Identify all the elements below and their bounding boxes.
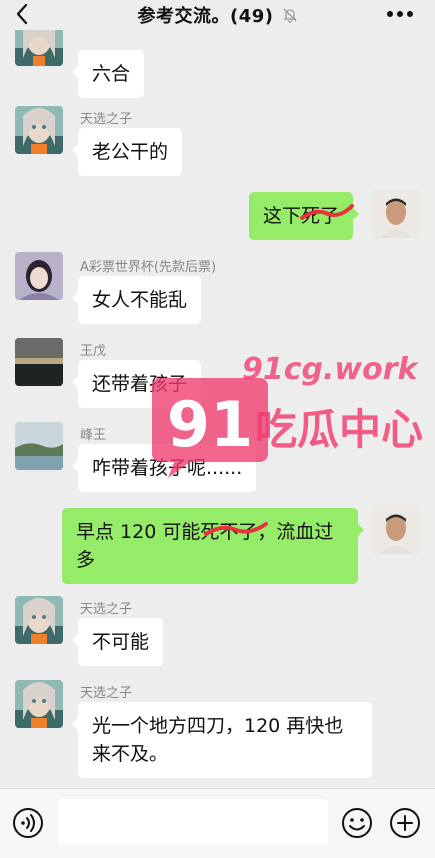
message-line: 多: [76, 549, 96, 571]
more-dots-icon: [387, 11, 413, 17]
chat-title: 参考交流。(49): [137, 6, 274, 27]
voice-icon: [13, 808, 43, 838]
back-chevron-icon: [16, 3, 28, 25]
message-line: 早点 120 可能死不了，流血过: [76, 521, 334, 543]
message-bubble[interactable]: 早点 120 可能死不了，流血过 多: [62, 508, 364, 584]
message-bubble[interactable]: 女人不能乱: [71, 276, 202, 324]
sender-name: A彩票世界杯(先款后票): [80, 260, 217, 275]
plus-icon: [390, 808, 420, 838]
sender-name: 峰王: [80, 428, 107, 443]
emoji-button[interactable]: [341, 807, 373, 839]
sender-name: 王戊: [80, 344, 107, 359]
more-button[interactable]: [383, 2, 417, 26]
back-button[interactable]: [14, 0, 44, 28]
sender-name: 天选之子: [80, 602, 133, 617]
emoji-icon: [342, 808, 372, 838]
message-bubble[interactable]: 这下死了: [249, 192, 360, 240]
sender-name: 天选之子: [80, 112, 133, 127]
message-bubble[interactable]: 老公干的: [71, 128, 183, 176]
plus-button[interactable]: [389, 807, 421, 839]
message-bubble[interactable]: 还带着孩子: [71, 360, 202, 408]
avatar[interactable]: [15, 338, 63, 386]
chat-area[interactable]: 六合 天选之子 老公干的 这下死了 A彩票世界杯(先款后票) 女人不能乱 王戊 …: [0, 30, 435, 788]
message-bubble[interactable]: 不可能: [71, 618, 164, 666]
chat-header: 参考交流。(49): [0, 0, 435, 30]
input-bar: [0, 788, 435, 858]
avatar[interactable]: [15, 596, 63, 644]
avatar[interactable]: [15, 422, 63, 470]
avatar[interactable]: [15, 252, 63, 300]
message-input[interactable]: [58, 799, 328, 845]
avatar[interactable]: [15, 106, 63, 154]
avatar[interactable]: [15, 30, 63, 66]
sender-name: 天选之子: [80, 686, 133, 701]
message-bubble[interactable]: 六合: [71, 50, 145, 98]
avatar[interactable]: [372, 506, 420, 554]
avatar[interactable]: [372, 190, 420, 238]
message-line: 来不及。: [92, 743, 169, 765]
message-line: 光一个地方四刀，120 再快也: [92, 715, 344, 737]
avatar[interactable]: [15, 680, 63, 728]
bell-muted-icon: [282, 7, 298, 23]
message-bubble[interactable]: 光一个地方四刀，120 再快也 来不及。: [72, 702, 372, 778]
message-bubble[interactable]: 咋带着孩子呢......: [71, 444, 257, 492]
voice-button[interactable]: [12, 807, 44, 839]
